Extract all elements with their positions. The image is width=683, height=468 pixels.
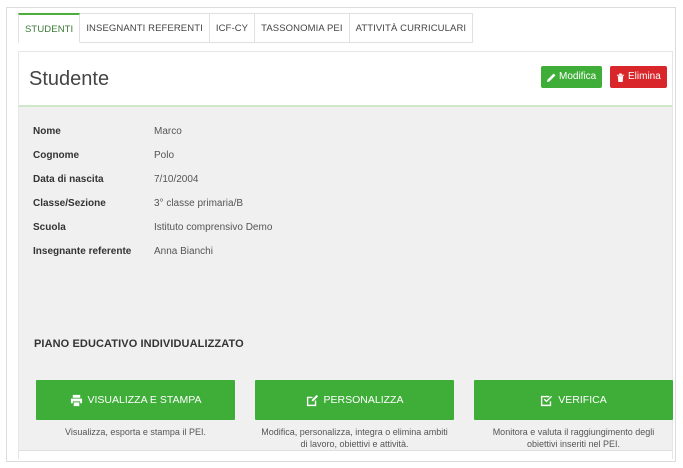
delete-button-label: Elimina [628, 71, 661, 82]
visualizza-stampa-button[interactable]: VISUALIZZA E STAMPA [36, 380, 235, 420]
delete-button[interactable]: Elimina [610, 66, 667, 88]
tab-studenti[interactable]: STUDENTI [18, 13, 81, 43]
student-panel: Studente Modifica Elimina Nome Marco Cog… [18, 51, 673, 460]
personalizza-label: PERSONALIZZA [323, 394, 404, 406]
tab-attivita-curriculari[interactable]: ATTIVITÀ CURRICULARI [349, 13, 474, 43]
edit-button[interactable]: Modifica [541, 66, 603, 88]
personalizza-button[interactable]: PERSONALIZZA [255, 380, 454, 420]
detail-row-cognome: Cognome Polo [33, 150, 433, 164]
personalizza-desc: Modifica, personalizza, integra o elimin… [261, 427, 448, 449]
detail-label: Data di nascita [33, 174, 104, 185]
visualizza-stampa-label: VISUALIZZA E STAMPA [87, 394, 202, 406]
tab-tassonomia-pei[interactable]: TASSONOMIA PEI [255, 13, 350, 43]
detail-value: Marco [154, 126, 182, 137]
detail-row-nome: Nome Marco [33, 126, 433, 140]
detail-value: 3° classe primaria/B [154, 198, 244, 209]
detail-row-data-nascita: Data di nascita 7/10/2004 [33, 174, 433, 188]
detail-label: Classe/Sezione [33, 198, 106, 209]
trash-icon [616, 72, 625, 82]
verifica-desc: Monitora e valuta il raggiungimento degl… [492, 427, 655, 449]
detail-label: Insegnante referente [33, 246, 132, 257]
visualizza-desc: Visualizza, esporta e stampa il PEI. [65, 427, 206, 437]
detail-label: Scuola [33, 222, 66, 233]
page-title: Studente [29, 68, 110, 90]
detail-row-classe: Classe/Sezione 3° classe primaria/B [33, 198, 433, 212]
action-verifica: VERIFICA Monitora e valuta il raggiungim… [474, 380, 673, 450]
panel-header: Studente Modifica Elimina [19, 52, 672, 107]
pencil-icon [547, 73, 556, 82]
verifica-label: VERIFICA [558, 394, 607, 406]
panel-footer-strip [19, 450, 672, 460]
pei-section-title: PIANO EDUCATIVO INDIVIDUALIZZATO [34, 338, 244, 350]
detail-value: 7/10/2004 [154, 174, 199, 185]
detail-value: Anna Bianchi [154, 246, 213, 257]
detail-row-insegnante: Insegnante referente Anna Bianchi [33, 246, 433, 260]
edit-icon [306, 394, 318, 406]
detail-value: Istituto comprensivo Demo [154, 222, 273, 233]
action-personalizza: PERSONALIZZA Modifica, personalizza, int… [255, 380, 454, 450]
detail-label: Nome [33, 126, 61, 137]
print-icon [70, 394, 82, 406]
detail-label: Cognome [33, 150, 80, 161]
tab-bar: STUDENTI INSEGNANTI REFERENTI ICF-CY TAS… [18, 13, 474, 43]
check-square-icon [541, 395, 553, 406]
detail-row-scuola: Scuola Istituto comprensivo Demo [33, 222, 433, 236]
detail-value: Polo [154, 150, 175, 161]
action-visualizza: VISUALIZZA E STAMPA Visualizza, esporta … [36, 380, 235, 438]
edit-button-label: Modifica [559, 71, 597, 82]
tab-icf-cy[interactable]: ICF-CY [209, 13, 256, 43]
app-frame: STUDENTI INSEGNANTI REFERENTI ICF-CY TAS… [6, 7, 676, 462]
tab-insegnanti-referenti[interactable]: INSEGNANTI REFERENTI [80, 13, 210, 43]
verifica-button[interactable]: VERIFICA [474, 380, 673, 420]
